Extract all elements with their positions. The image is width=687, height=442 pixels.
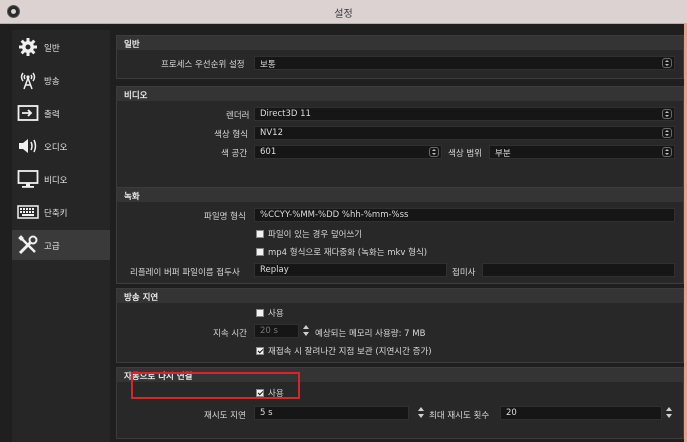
sidebar-item-advanced[interactable]: 고급 xyxy=(12,230,110,260)
sidebar-item-output[interactable]: 출력 xyxy=(12,98,110,128)
max-retries-spinbox[interactable]: 20 xyxy=(500,406,662,420)
retry-delay-label: 재시도 지연 xyxy=(204,411,246,421)
sidebar-item-label: 출력 xyxy=(44,110,60,120)
replay-prefix-value: Replay xyxy=(260,265,289,275)
group-header: 일반 xyxy=(117,36,683,50)
duration-spin-arrows-icon[interactable] xyxy=(302,324,311,338)
max-retries-label: 최대 재시도 횟수 xyxy=(429,411,490,421)
sidebar-item-general[interactable]: 일반 xyxy=(12,32,110,62)
color-range-label: 색상 범위 xyxy=(448,149,482,159)
renderer-value: Direct3D 11 xyxy=(260,109,311,119)
sidebar-item-stream[interactable]: 방송 xyxy=(12,65,110,95)
filename-format-label: 파일명 형식 xyxy=(204,212,246,222)
recording-group: 녹화 파일명 형식 %CCYY-%MM-%DD %hh-%mm-%ss 파일이 … xyxy=(116,187,684,284)
replay-prefix-label: 리플레이 버퍼 파일이름 접두사 xyxy=(130,268,240,278)
priority-label: 프로세스 우선순위 설정 xyxy=(161,60,245,70)
group-header: 녹화 xyxy=(117,188,683,202)
retry-delay-spin-arrows-icon[interactable] xyxy=(417,406,426,420)
preserve-cutoff-checkbox[interactable] xyxy=(256,347,264,355)
tools-icon xyxy=(18,235,38,255)
sidebar-item-video[interactable]: 비디오 xyxy=(12,164,110,194)
sidebar-item-label: 비디오 xyxy=(44,176,68,186)
stream-delay-enable-checkbox[interactable] xyxy=(256,309,264,317)
color-space-dropdown[interactable]: 601 xyxy=(254,145,442,159)
color-format-dropdown[interactable]: NV12 xyxy=(254,126,675,140)
duration-value: 20 s xyxy=(260,326,278,336)
group-header: 비디오 xyxy=(117,87,683,101)
duration-label: 지속 시간 xyxy=(213,329,247,339)
sidebar-item-audio[interactable]: 오디오 xyxy=(12,131,110,161)
output-icon xyxy=(17,105,39,121)
filename-format-input[interactable]: %CCYY-%MM-%DD %hh-%mm-%ss xyxy=(254,208,675,222)
overwrite-label: 파일이 있는 경우 덮어쓰기 xyxy=(268,230,363,240)
keyboard-icon xyxy=(17,205,39,219)
gear-icon xyxy=(19,38,37,56)
priority-dropdown[interactable]: 보통 xyxy=(254,56,675,70)
general-group: 일반 프로세스 우선순위 설정 보통 xyxy=(116,35,684,79)
monitor-icon xyxy=(17,170,39,188)
group-title: 비디오 xyxy=(124,91,148,101)
duration-spinbox[interactable]: 20 s xyxy=(254,324,299,338)
color-range-value: 부분 xyxy=(495,149,511,159)
sidebar-item-label: 오디오 xyxy=(44,143,68,153)
retry-delay-spinbox[interactable]: 5 s xyxy=(254,406,409,420)
filename-format-value: %CCYY-%MM-%DD %hh-%mm-%ss xyxy=(260,210,409,220)
settings-sidebar: 일반 방송 출력 오디오 비디오 단축키 고급 xyxy=(12,30,110,442)
broadcast-icon xyxy=(20,72,36,90)
sidebar-item-label: 방송 xyxy=(44,77,60,87)
overwrite-checkbox[interactable] xyxy=(256,230,264,238)
memory-estimate-text: 예상되는 메모리 사용량: 7 MB xyxy=(315,329,426,339)
priority-value: 보통 xyxy=(260,60,276,70)
color-format-label: 색상 형식 xyxy=(214,130,248,140)
max-retries-spin-arrows-icon[interactable] xyxy=(665,406,674,420)
mp4-remux-checkbox[interactable] xyxy=(256,248,264,256)
group-title: 일반 xyxy=(124,40,140,50)
retry-delay-value: 5 s xyxy=(260,408,273,418)
stream-delay-enable-label: 사용 xyxy=(268,309,284,319)
group-header: 방송 지연 xyxy=(117,289,683,303)
dropdown-arrow-icon xyxy=(662,109,672,119)
title-bar: 설정 xyxy=(0,0,687,24)
sidebar-item-label: 고급 xyxy=(44,242,60,252)
max-retries-value: 20 xyxy=(506,408,517,418)
speaker-icon xyxy=(19,139,37,153)
color-range-dropdown[interactable]: 부분 xyxy=(489,145,675,159)
window-title: 설정 xyxy=(334,9,353,20)
group-title: 녹화 xyxy=(124,192,140,202)
group-title: 방송 지연 xyxy=(124,293,159,303)
sidebar-item-label: 일반 xyxy=(44,44,60,54)
sidebar-item-hotkeys[interactable]: 단축키 xyxy=(12,197,110,227)
dropdown-arrow-icon xyxy=(429,147,439,157)
dropdown-arrow-icon xyxy=(662,58,672,68)
color-space-value: 601 xyxy=(260,147,277,157)
mp4-remux-label: mp4 형식으로 재다중화 (녹화는 mkv 형식) xyxy=(268,248,428,258)
replay-prefix-input[interactable]: Replay xyxy=(254,263,447,277)
dropdown-arrow-icon xyxy=(662,147,672,157)
retry-delay-highlight-box xyxy=(131,372,300,399)
dropdown-arrow-icon xyxy=(662,128,672,138)
color-space-label: 색 공간 xyxy=(221,149,248,159)
color-format-value: NV12 xyxy=(260,128,283,138)
suffix-label: 접미사 xyxy=(452,268,476,278)
renderer-dropdown[interactable]: Direct3D 11 xyxy=(254,107,675,121)
preserve-cutoff-label: 재접속 시 잘려나간 지점 보관 (지연시간 증가) xyxy=(268,347,432,357)
stream-delay-group: 방송 지연 사용 지속 시간 20 s 예상되는 메모리 사용량: 7 MB 재… xyxy=(116,288,684,363)
suffix-input[interactable] xyxy=(482,263,675,277)
renderer-label: 렌더러 xyxy=(226,111,250,121)
sidebar-item-label: 단축키 xyxy=(44,209,68,219)
